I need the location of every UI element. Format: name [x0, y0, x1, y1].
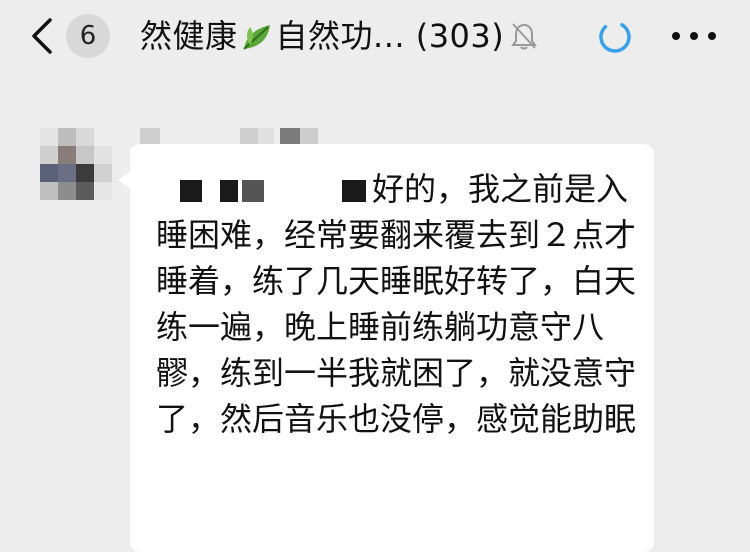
avatar[interactable]	[40, 128, 112, 200]
message-text: 好的，我之前是入睡困难，经常要翻来覆去到２点才睡着，练了几天睡眠好转了，白天练一…	[156, 166, 636, 442]
message-body: 好的，我之前是入睡困难，经常要翻来覆去到２点才睡着，练了几天睡眠好转了，白天练一…	[156, 170, 637, 438]
more-dot	[672, 32, 680, 40]
chevron-left-icon	[32, 18, 52, 54]
redacted-mark	[242, 180, 264, 202]
redacted-mark	[342, 180, 366, 202]
chat-title-prefix: 然健康	[140, 17, 238, 55]
bell-muted-icon	[511, 23, 538, 50]
navigation-bar: 6 然健康 自然功... (303)	[0, 0, 750, 74]
loading-ring-icon	[599, 21, 631, 53]
redacted-mark	[220, 180, 238, 202]
chat-title-suffix: 自然功... (303)	[275, 17, 505, 55]
redacted-mark	[180, 180, 202, 202]
more-dot	[690, 32, 698, 40]
unread-count-badge[interactable]: 6	[66, 14, 110, 58]
chat-area[interactable]: 好的，我之前是入睡困难，经常要翻来覆去到２点才睡着，练了几天睡眠好转了，白天练一…	[0, 74, 750, 552]
chat-title: 然健康 自然功... (303)	[140, 13, 540, 59]
back-button[interactable]	[26, 16, 60, 56]
more-options-button[interactable]	[672, 24, 716, 48]
leaf-icon	[242, 25, 270, 50]
more-dot	[708, 32, 716, 40]
